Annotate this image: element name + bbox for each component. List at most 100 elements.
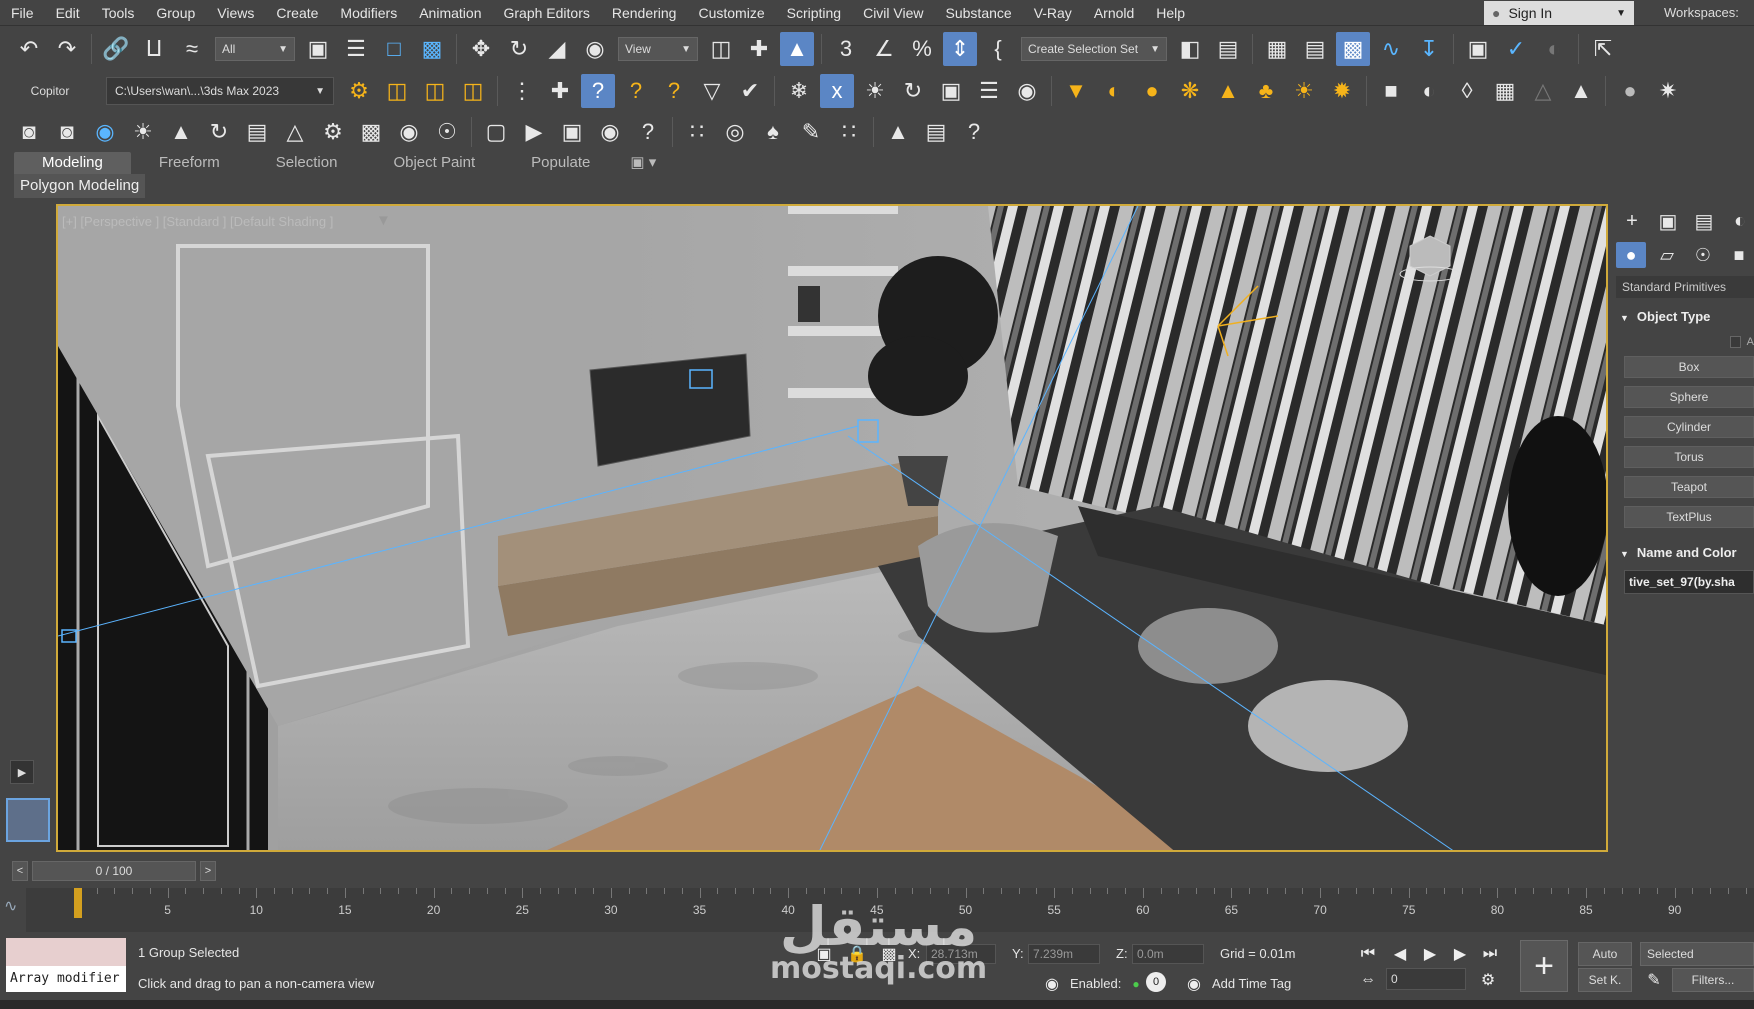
key-mode-icon[interactable]: ⇔: [1356, 968, 1380, 992]
menu-customize[interactable]: Customize: [687, 0, 775, 26]
menu-scripting[interactable]: Scripting: [776, 0, 852, 26]
group-icon[interactable]: ♠: [756, 115, 790, 149]
tab-populate[interactable]: Populate: [503, 152, 618, 174]
object-name-field[interactable]: tive_set_97(by.sha: [1624, 570, 1754, 594]
modify-tab-icon[interactable]: ▣: [1652, 206, 1684, 236]
rotate-icon[interactable]: ↻: [502, 32, 536, 66]
tab-object-paint[interactable]: Object Paint: [365, 152, 503, 174]
scale-icon[interactable]: ◢: [540, 32, 574, 66]
tools-icon[interactable]: ✚: [543, 74, 577, 108]
teapot-icon[interactable]: ☀: [858, 74, 892, 108]
filters-button[interactable]: Filters...: [1672, 968, 1754, 992]
render-setup-icon[interactable]: ✓: [1499, 32, 1533, 66]
scatter-icon[interactable]: ∷: [680, 115, 714, 149]
set-key-button[interactable]: +: [1520, 940, 1568, 992]
create-tab-icon[interactable]: +: [1616, 206, 1648, 236]
ribbon-toggle-icon[interactable]: ▩: [1336, 32, 1370, 66]
previous-frame-icon[interactable]: ◀: [1388, 942, 1412, 966]
render-production-icon[interactable]: ⇱: [1586, 32, 1620, 66]
more-icon[interactable]: ✷: [1651, 74, 1685, 108]
project-path-select[interactable]: C:\Users\wan\...\3ds Max 2023 ▼: [106, 77, 334, 105]
cameras-icon[interactable]: ■: [1724, 242, 1754, 268]
sphere-button[interactable]: Sphere: [1624, 386, 1754, 408]
time-cursor[interactable]: [74, 888, 82, 918]
help-line-icon[interactable]: ?: [619, 74, 653, 108]
ribbon-options-dropdown[interactable]: ▣ ▾: [618, 152, 668, 174]
light-ies-icon[interactable]: ▲: [1211, 74, 1245, 108]
time-config-icon[interactable]: ⚙: [1476, 968, 1500, 992]
z-coordinate-field[interactable]: 0.0m: [1132, 944, 1204, 964]
pivot-center-icon[interactable]: ◫: [704, 32, 738, 66]
play-icon[interactable]: ▶: [1418, 942, 1442, 966]
torus-button[interactable]: Torus: [1624, 446, 1754, 468]
copitor-label[interactable]: Copitor: [0, 84, 100, 98]
name-and-color-rollout[interactable]: ▼ Name and Color: [1616, 542, 1754, 564]
menu-vray[interactable]: V-Ray: [1023, 0, 1083, 26]
viewport-layout-thumbnail[interactable]: [6, 798, 50, 842]
maxscript-listener-mini[interactable]: [6, 938, 126, 966]
next-frame-button[interactable]: >: [200, 861, 216, 881]
set-key-mode-button[interactable]: Set K.: [1578, 968, 1632, 992]
prev-frame-button[interactable]: <: [12, 861, 28, 881]
light-dome-icon[interactable]: ◐: [1097, 74, 1131, 108]
question-icon[interactable]: ?: [957, 115, 991, 149]
render-icon[interactable]: ◙: [12, 115, 46, 149]
bulb-icon[interactable]: ☉: [430, 115, 464, 149]
tree-outline-icon[interactable]: △: [278, 115, 312, 149]
menu-file[interactable]: File: [0, 0, 45, 26]
frame-icon[interactable]: ▢: [479, 115, 513, 149]
maxscript-input[interactable]: Array modifier: [6, 966, 126, 992]
project-open-icon[interactable]: ◫: [456, 74, 490, 108]
menu-civil-view[interactable]: Civil View: [852, 0, 934, 26]
tab-freeform[interactable]: Freeform: [131, 152, 248, 174]
light-mesh-icon[interactable]: ❋: [1173, 74, 1207, 108]
align-icon[interactable]: ▤: [1211, 32, 1245, 66]
key-filters-icon[interactable]: ✎: [1642, 968, 1666, 992]
tab-modeling[interactable]: Modeling: [14, 152, 131, 174]
light-lister-icon[interactable]: ◉: [88, 115, 122, 149]
time-tag-icon[interactable]: ◉: [1182, 972, 1206, 996]
polygon-select-icon[interactable]: ▽: [695, 74, 729, 108]
add-time-tag[interactable]: Add Time Tag: [1212, 976, 1291, 991]
menu-edit[interactable]: Edit: [45, 0, 91, 26]
light-ambient-icon[interactable]: ♣: [1249, 74, 1283, 108]
adaptive-degradation-icon[interactable]: ◉: [1040, 972, 1064, 996]
menu-create[interactable]: Create: [265, 0, 329, 26]
scene-explorer-icon[interactable]: ▦: [1260, 32, 1294, 66]
dots-grid-icon[interactable]: ∷: [832, 115, 866, 149]
light-spot-icon[interactable]: ▼: [1059, 74, 1093, 108]
help-link-icon[interactable]: ?: [657, 74, 691, 108]
sign-in-dropdown[interactable]: ● Sign In ▼: [1484, 1, 1634, 25]
select-by-name-icon[interactable]: ☰: [339, 32, 373, 66]
textplus-button[interactable]: TextPlus: [1624, 506, 1754, 528]
go-to-start-icon[interactable]: ⏮: [1356, 942, 1380, 966]
project-new-icon[interactable]: ◫: [418, 74, 452, 108]
sun-settings-icon[interactable]: ☀: [126, 115, 160, 149]
crosshair-box-icon[interactable]: ▣: [555, 115, 589, 149]
menu-graph-editors[interactable]: Graph Editors: [492, 0, 600, 26]
menu-help[interactable]: Help: [1145, 0, 1196, 26]
spinner-snap-icon[interactable]: ⇕: [943, 32, 977, 66]
material-editor-icon[interactable]: ▣: [1461, 32, 1495, 66]
help-circle-icon[interactable]: ?: [631, 115, 665, 149]
motion-tab-icon[interactable]: ◐: [1724, 206, 1754, 236]
bind-space-warp-icon[interactable]: ≈: [175, 32, 209, 66]
rendered-frame-window-icon[interactable]: ◐: [1537, 32, 1571, 66]
gear-dark-icon[interactable]: ⚙: [316, 115, 350, 149]
notes-icon[interactable]: ▤: [919, 115, 953, 149]
hierarchy-tab-icon[interactable]: ▤: [1688, 206, 1720, 236]
menu-substance[interactable]: Substance: [935, 0, 1023, 26]
undo-icon[interactable]: ↶: [12, 32, 46, 66]
pick-icon[interactable]: ✔: [733, 74, 767, 108]
menu-modifiers[interactable]: Modifiers: [329, 0, 408, 26]
menu-group[interactable]: Group: [145, 0, 206, 26]
menu-animation[interactable]: Animation: [408, 0, 492, 26]
help-select-icon[interactable]: ?: [581, 74, 615, 108]
edit-box-icon[interactable]: ✎: [794, 115, 828, 149]
media-icon[interactable]: ▶: [517, 115, 551, 149]
project-settings-icon[interactable]: ⚙: [342, 74, 376, 108]
selection-filter-select[interactable]: All ▼: [215, 37, 295, 61]
workspaces-label[interactable]: Workspaces:: [1664, 0, 1739, 26]
teapot-button[interactable]: Teapot: [1624, 476, 1754, 498]
snaps-3d-icon[interactable]: 3: [829, 32, 863, 66]
